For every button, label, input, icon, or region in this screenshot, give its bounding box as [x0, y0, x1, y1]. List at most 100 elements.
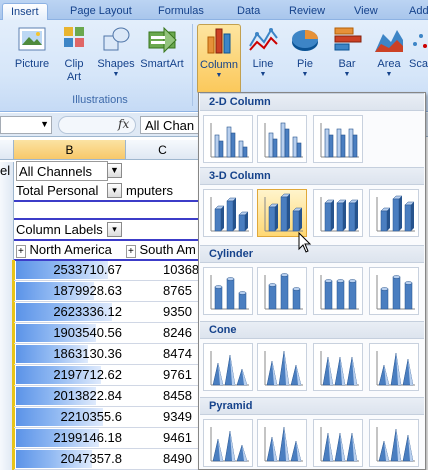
- smartart-icon: [146, 24, 178, 56]
- value-cell[interactable]: 8458: [163, 386, 192, 406]
- column-labels-header: Column Labels: [16, 222, 103, 237]
- chart-type-cylinder-1-icon[interactable]: [203, 267, 253, 315]
- chart-type-cylinder-3-icon[interactable]: [313, 267, 363, 315]
- clip-art-button[interactable]: Clip Art: [52, 24, 96, 94]
- name-box[interactable]: ▼: [0, 116, 52, 134]
- report-filter-value[interactable]: All Channels: [16, 161, 108, 181]
- pie-chart-icon: [289, 24, 321, 56]
- smartart-button[interactable]: SmartArt: [140, 24, 184, 94]
- chart-type-3d-column-4-icon[interactable]: [369, 189, 419, 237]
- area-chart-button[interactable]: Area ▼: [367, 24, 411, 94]
- line-chart-icon: [247, 24, 279, 56]
- bar-chart-button[interactable]: Bar ▼: [325, 24, 369, 94]
- value-cell[interactable]: 1879928.63: [14, 281, 122, 301]
- shapes-icon: [100, 24, 132, 56]
- column-header-c[interactable]: C: [126, 140, 200, 160]
- chart-type-pyramid-4-icon[interactable]: [369, 419, 419, 467]
- picture-icon: [16, 24, 48, 56]
- region-header-north-america[interactable]: + North America: [16, 240, 126, 260]
- chart-type-3d-column-2-icon[interactable]: [257, 189, 307, 237]
- tab-page-layout[interactable]: Page Layout: [70, 3, 132, 20]
- column-chart-gallery: 2-D Column 3-D Column Cylinder Cone Pyramid: [198, 92, 426, 470]
- mouse-pointer-icon: [298, 231, 312, 257]
- tab-add-ins[interactable]: Add: [409, 3, 428, 20]
- pivot-border-line: [14, 200, 200, 202]
- picture-button[interactable]: Picture: [10, 24, 54, 94]
- ribbon-tab-bar: Insert Page Layout Formulas Data Review …: [0, 0, 428, 20]
- value-cell[interactable]: 1863130.36: [14, 344, 122, 364]
- collapse-icon[interactable]: +: [126, 245, 136, 258]
- worksheet: B C el All Channels ▼ Total Personal ▾ m…: [0, 138, 200, 470]
- value-cell[interactable]: 10368: [163, 260, 199, 280]
- pie-chart-button[interactable]: Pie ▼: [283, 24, 327, 94]
- value-cell[interactable]: 9461: [163, 428, 192, 448]
- row-header-corner: [0, 140, 14, 160]
- value-cell[interactable]: 8474: [163, 344, 192, 364]
- field-filter-button[interactable]: ▾: [107, 183, 122, 198]
- column-header-b[interactable]: B: [14, 140, 126, 160]
- value-cell[interactable]: 2199146.18: [14, 428, 122, 448]
- chart-type-2d-column-1-icon[interactable]: [203, 115, 253, 163]
- area-chart-icon: [373, 24, 405, 56]
- filter-dropdown-button[interactable]: ▼: [107, 163, 122, 178]
- values-field-label: Total Personal: [16, 183, 99, 198]
- tab-view[interactable]: View: [354, 3, 378, 20]
- gallery-section-2d-column: 2-D Column: [200, 93, 424, 111]
- chevron-down-icon: ▼: [343, 71, 351, 78]
- chevron-down-icon: ▼: [301, 71, 309, 78]
- value-cell[interactable]: 8490: [163, 449, 192, 469]
- value-cell[interactable]: 2623336.12: [14, 302, 122, 322]
- tab-insert[interactable]: Insert: [2, 3, 48, 20]
- formula-input[interactable]: All Chan: [140, 116, 200, 134]
- scatter-chart-icon: [411, 24, 428, 56]
- gallery-section-3d-column: 3-D Column: [200, 167, 424, 185]
- gallery-section-pyramid: Pyramid: [200, 397, 424, 415]
- value-cell[interactable]: 2197712.62: [14, 365, 122, 385]
- value-cell[interactable]: 2047357.8: [14, 449, 122, 469]
- insert-function-button[interactable]: fx: [118, 117, 129, 131]
- column-chart-icon: [203, 25, 235, 57]
- chevron-down-icon: ▼: [385, 71, 393, 78]
- value-cell[interactable]: 9349: [163, 407, 192, 427]
- chart-type-cone-2-icon[interactable]: [257, 343, 307, 391]
- value-cell[interactable]: 2533710.67: [14, 260, 122, 280]
- chart-type-cylinder-2-icon[interactable]: [257, 267, 307, 315]
- chart-type-cone-1-icon[interactable]: [203, 343, 253, 391]
- region-header-south-america[interactable]: + South Am: [126, 240, 200, 260]
- value-cell[interactable]: 9350: [163, 302, 192, 322]
- tab-formulas[interactable]: Formulas: [158, 3, 204, 20]
- value-cell[interactable]: 8765: [163, 281, 192, 301]
- column-chart-button[interactable]: Column ▼: [197, 24, 241, 94]
- chart-type-pyramid-1-icon[interactable]: [203, 419, 253, 467]
- chart-type-3d-column-1-icon[interactable]: [203, 189, 253, 237]
- chart-type-2d-column-3-icon[interactable]: [313, 115, 363, 163]
- gallery-section-cylinder: Cylinder: [200, 245, 424, 263]
- shapes-button[interactable]: Shapes ▼: [94, 24, 138, 94]
- gallery-section-cone: Cone: [200, 321, 424, 339]
- chart-type-pyramid-3-icon[interactable]: [313, 419, 363, 467]
- value-cell[interactable]: 8246: [163, 323, 192, 343]
- tab-review[interactable]: Review: [289, 3, 325, 20]
- value-cell[interactable]: 2013822.84: [14, 386, 122, 406]
- chart-type-3d-column-3-icon[interactable]: [313, 189, 363, 237]
- values-field-label-continued: mputers: [126, 183, 173, 198]
- value-cell[interactable]: 9761: [163, 365, 192, 385]
- group-separator: [192, 24, 193, 106]
- clip-art-icon: [58, 24, 90, 56]
- chevron-down-icon: ▼: [40, 119, 49, 129]
- chart-type-cone-4-icon[interactable]: [369, 343, 419, 391]
- chart-type-2d-column-2-icon[interactable]: [257, 115, 307, 163]
- chevron-down-icon: ▼: [215, 72, 223, 79]
- column-labels-filter-button[interactable]: ▾: [107, 222, 122, 237]
- value-cell[interactable]: 1903540.56: [14, 323, 122, 343]
- scatter-chart-button[interactable]: Sca: [409, 24, 428, 94]
- value-cell[interactable]: 2210355.6: [14, 407, 122, 427]
- chart-type-cone-3-icon[interactable]: [313, 343, 363, 391]
- chart-type-pyramid-2-icon[interactable]: [257, 419, 307, 467]
- tab-data[interactable]: Data: [237, 3, 260, 20]
- line-chart-button[interactable]: Line ▼: [241, 24, 285, 94]
- bar-chart-icon: [331, 24, 363, 56]
- collapse-icon[interactable]: +: [16, 245, 26, 258]
- chart-type-cylinder-4-icon[interactable]: [369, 267, 419, 315]
- chevron-down-icon: ▼: [259, 71, 267, 78]
